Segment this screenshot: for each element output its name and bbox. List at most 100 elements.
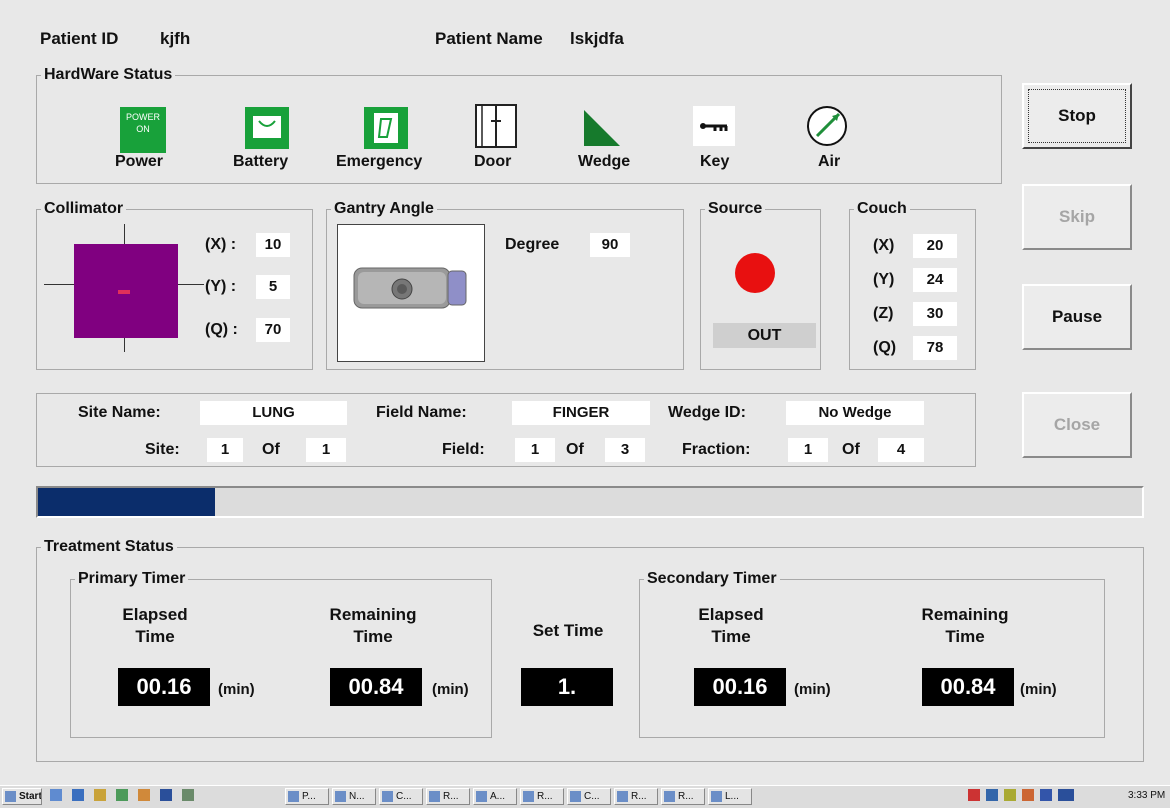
start-button[interactable]: Start	[2, 788, 42, 805]
secondary-elapsed-label: Elapsed Time	[676, 604, 786, 648]
primary-remaining-value: 00.84	[330, 668, 422, 706]
hw-label-battery: Battery	[233, 153, 289, 170]
taskbar-task[interactable]: R...	[426, 788, 470, 805]
hw-label-air: Air	[818, 153, 841, 170]
task-icon	[664, 791, 675, 802]
fraction-of-label: Of	[842, 441, 860, 458]
primary-elapsed-label-line2: Time	[135, 627, 175, 646]
couch-z-value: 30	[913, 302, 957, 326]
pause-button[interactable]: Pause	[1022, 284, 1132, 350]
fraction-label: Fraction:	[682, 441, 751, 458]
collimator-q-label: (Q) :	[205, 321, 238, 338]
hw-label-emergency: Emergency	[336, 153, 423, 170]
collimator-q-value: 70	[256, 318, 290, 342]
gantry-image	[337, 224, 485, 362]
quick-launch-icon[interactable]	[72, 789, 84, 801]
taskbar-task-label: N...	[349, 791, 365, 802]
secondary-remaining-unit: (min)	[1020, 681, 1057, 698]
quick-launch-icon[interactable]	[94, 789, 106, 801]
taskbar-task[interactable]: P...	[285, 788, 329, 805]
source-indicator-icon	[735, 253, 775, 293]
taskbar-task[interactable]: R...	[614, 788, 658, 805]
tray-icon[interactable]	[1004, 789, 1016, 801]
primary-elapsed-unit: (min)	[218, 681, 255, 698]
secondary-elapsed-unit: (min)	[794, 681, 831, 698]
treatment-progress-fill	[38, 488, 215, 516]
primary-elapsed-value: 00.16	[118, 668, 210, 706]
skip-button[interactable]: Skip	[1022, 184, 1132, 250]
task-icon	[476, 791, 487, 802]
field-name-label: Field Name:	[376, 404, 467, 421]
taskbar-task-label: C...	[584, 791, 600, 802]
taskbar-task-label: R...	[631, 791, 647, 802]
secondary-elapsed-label-line1: Elapsed	[698, 605, 764, 624]
fraction-value: 1	[788, 438, 828, 462]
tray-icon[interactable]	[986, 789, 998, 801]
patient-name-label: Patient Name	[435, 29, 543, 48]
primary-remaining-unit: (min)	[432, 681, 469, 698]
task-icon	[617, 791, 628, 802]
hw-label-door: Door	[474, 153, 512, 170]
taskbar-task[interactable]: R...	[520, 788, 564, 805]
tray-icon[interactable]	[968, 789, 980, 801]
quick-launch-icon[interactable]	[138, 789, 150, 801]
taskbar-task-label: C...	[396, 791, 412, 802]
field-label: Field:	[442, 441, 485, 458]
field-name-value: FINGER	[512, 401, 650, 425]
collimator-center-mark	[118, 290, 130, 294]
hw-label-key: Key	[700, 153, 730, 170]
wedge-id-label: Wedge ID:	[668, 404, 746, 421]
close-button[interactable]: Close	[1022, 392, 1132, 458]
primary-elapsed-label: Elapsed Time	[100, 604, 210, 648]
quick-launch-bar	[50, 789, 270, 805]
primary-elapsed-label-line1: Elapsed	[122, 605, 188, 624]
field-total-value: 3	[605, 438, 645, 462]
site-label: Site:	[145, 441, 180, 458]
taskbar-task-label: P...	[302, 791, 316, 802]
taskbar-task[interactable]: C...	[567, 788, 611, 805]
taskbar-clock[interactable]: 3:33 PM	[1128, 790, 1165, 801]
site-of-label: Of	[262, 441, 280, 458]
gantry-degree-label: Degree	[505, 236, 560, 253]
source-status: OUT	[713, 323, 816, 348]
collimator-y-label: (Y) :	[205, 278, 237, 295]
gantry-machine-icon	[353, 267, 467, 309]
taskbar-task-label: R...	[443, 791, 459, 802]
task-icon	[711, 791, 722, 802]
couch-q-label: (Q)	[873, 339, 897, 356]
emergency-icon	[364, 107, 408, 149]
quick-launch-icon[interactable]	[182, 789, 194, 801]
set-time-value: 1.	[521, 668, 613, 706]
tray-icon[interactable]	[1058, 789, 1074, 801]
taskbar-task[interactable]: L...	[708, 788, 752, 805]
quick-launch-icon[interactable]	[116, 789, 128, 801]
collimator-x-label: (X) :	[205, 236, 237, 253]
gantry-angle-title: Gantry Angle	[334, 200, 434, 217]
taskbar: Start P... N... C... R... A... R... C...…	[0, 785, 1170, 808]
secondary-remaining-label: Remaining Time	[895, 604, 1035, 648]
tray-icon[interactable]	[1022, 789, 1034, 801]
taskbar-task-label: R...	[537, 791, 553, 802]
couch-x-label: (X)	[873, 237, 895, 254]
site-value: 1	[207, 438, 243, 462]
hw-label-wedge: Wedge	[578, 153, 631, 170]
air-gauge-icon	[805, 104, 849, 148]
task-icon	[382, 791, 393, 802]
taskbar-task[interactable]: A...	[473, 788, 517, 805]
taskbar-task[interactable]: C...	[379, 788, 423, 805]
couch-y-value: 24	[913, 268, 957, 292]
source-title: Source	[708, 200, 763, 217]
taskbar-task[interactable]: N...	[332, 788, 376, 805]
stop-button[interactable]: Stop	[1022, 83, 1132, 149]
field-of-label: Of	[566, 441, 584, 458]
tray-icon[interactable]	[1040, 789, 1052, 801]
primary-timer-title: Primary Timer	[78, 570, 186, 587]
taskbar-task-label: R...	[678, 791, 694, 802]
secondary-remaining-label-line1: Remaining	[921, 605, 1009, 624]
secondary-timer-title: Secondary Timer	[647, 570, 777, 587]
taskbar-task[interactable]: R...	[661, 788, 705, 805]
hardware-status-title: HardWare Status	[44, 66, 173, 83]
taskbar-task-label: L...	[725, 791, 739, 802]
quick-launch-icon[interactable]	[50, 789, 62, 801]
quick-launch-icon[interactable]	[160, 789, 172, 801]
